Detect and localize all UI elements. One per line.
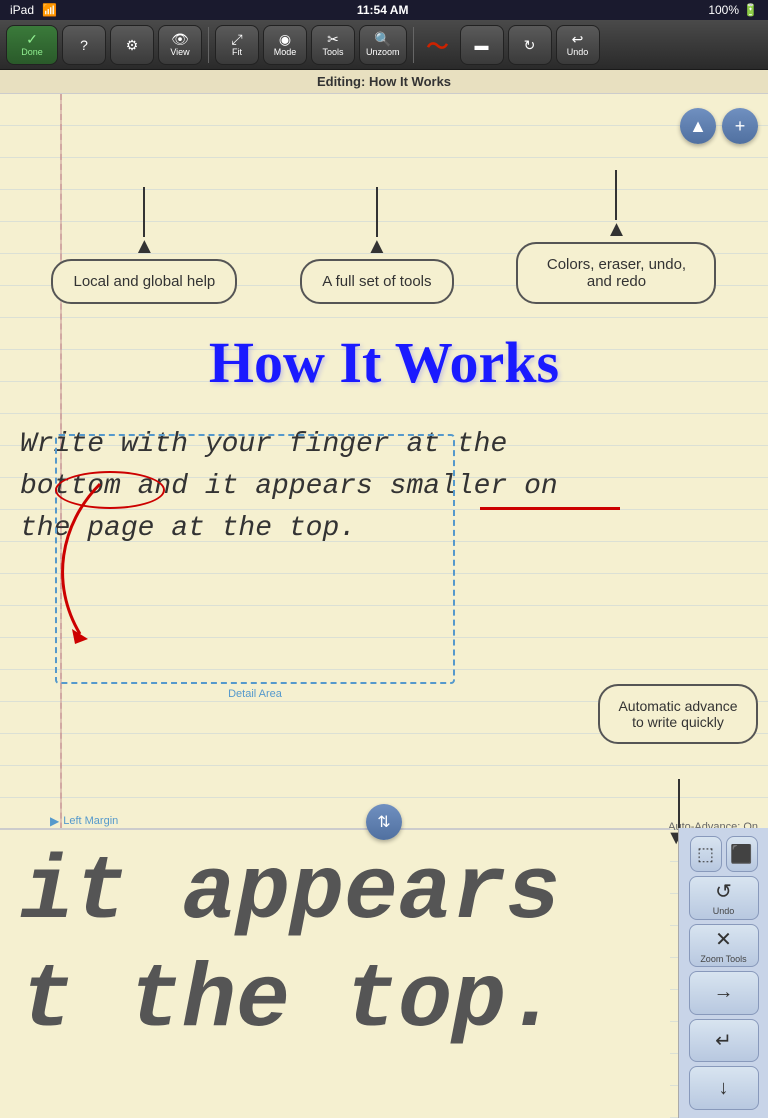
battery-label: 100% bbox=[708, 3, 739, 17]
tools-info-text: A full set of tools bbox=[322, 273, 431, 290]
zoom-tools-label: Zoom Tools bbox=[700, 954, 746, 964]
detail-area-label: Detail Area bbox=[228, 688, 282, 700]
status-bar: iPad 📶 11:54 AM 100% 🔋 bbox=[0, 0, 768, 20]
enter-button[interactable]: ↵ bbox=[689, 1019, 759, 1063]
advance-button[interactable]: → bbox=[689, 971, 759, 1015]
question-icon: ? bbox=[80, 38, 88, 52]
tilde-icon: 〜 bbox=[427, 29, 449, 61]
tools-info-box: A full set of tools bbox=[300, 259, 453, 304]
dashed-grid-icon: ⬛ bbox=[730, 844, 752, 865]
arrow-shaft-3 bbox=[615, 170, 617, 220]
auto-advance-text: Automatic advance to write quickly bbox=[618, 698, 737, 730]
colors-info-container: ▲ Colors, eraser, undo, and redo bbox=[516, 170, 716, 304]
colors-info-box: Colors, eraser, undo, and redo bbox=[516, 242, 716, 304]
tools-info-container: ▲ A full set of tools bbox=[300, 187, 453, 304]
help-info-container: ▲ Local and global help bbox=[51, 187, 237, 304]
scroll-arrows-icon: ⇅ bbox=[377, 812, 390, 832]
fit-icon: ⤢ bbox=[231, 32, 242, 46]
scroll-button[interactable]: ⇅ bbox=[366, 804, 402, 840]
right-panel: ⬚ ⬛ ↺ Undo ✕ Zoom Tools → ↵ ↓ bbox=[678, 828, 768, 1118]
right-undo-icon: ↺ bbox=[715, 879, 732, 904]
left-margin-triangle: ▶ bbox=[50, 814, 59, 828]
editing-title-text: Editing: How It Works bbox=[317, 74, 451, 89]
settings-button[interactable]: ⚙ bbox=[110, 25, 154, 65]
big-handwriting: it appears t the top. bbox=[0, 830, 670, 1066]
right-undo-label: Undo bbox=[713, 906, 735, 916]
view-button[interactable]: 👁 View bbox=[158, 25, 202, 65]
status-time: 11:54 AM bbox=[357, 3, 409, 17]
help-button[interactable]: ? bbox=[62, 25, 106, 65]
help-info-text: Local and global help bbox=[73, 273, 215, 290]
separator-1 bbox=[208, 27, 209, 63]
arrow-shaft-2 bbox=[376, 187, 378, 237]
unzoom-label: Unzoom bbox=[366, 47, 400, 57]
mode-icon: ◉ bbox=[279, 32, 291, 46]
down-icon: ↓ bbox=[719, 1077, 729, 1100]
dashed-select-button[interactable]: ⬛ bbox=[726, 836, 758, 872]
grid-icon: ⬚ bbox=[697, 844, 714, 865]
tools-icon: ✂ bbox=[327, 32, 339, 46]
auto-advance-bubble: Automatic advance to write quickly bbox=[598, 684, 758, 744]
unzoom-icon: 🔍 bbox=[374, 32, 391, 46]
toolbar: ✓ Done ? ⚙ 👁 View ⤢ Fit ◉ Mode ✂ Tools 🔍… bbox=[0, 20, 768, 70]
grid-select-row: ⬚ ⬛ bbox=[685, 836, 762, 872]
zoom-tools-button[interactable]: ✕ Zoom Tools bbox=[689, 924, 759, 968]
mode-button[interactable]: ◉ Mode bbox=[263, 25, 307, 65]
tilde-button[interactable]: 〜 bbox=[420, 25, 456, 65]
undo-button[interactable]: ↩ Undo bbox=[556, 25, 600, 65]
left-margin-label: ▶ Left Margin bbox=[50, 814, 118, 828]
unzoom-button[interactable]: 🔍 Unzoom bbox=[359, 25, 407, 65]
bottom-writing-area: it appears t the top. bbox=[0, 828, 670, 1118]
erase-icon: ▬ bbox=[475, 38, 489, 52]
battery-icon: 🔋 bbox=[743, 3, 758, 17]
arrow-shaft-1 bbox=[143, 187, 145, 237]
done-button[interactable]: ✓ Done bbox=[6, 25, 58, 65]
arrow-up-1: ▲ bbox=[133, 233, 155, 259]
main-content: ▲ + ▲ Local and global help ▲ A full set… bbox=[0, 94, 768, 1118]
gear-icon: ⚙ bbox=[126, 38, 139, 52]
page-title: How It Works bbox=[0, 329, 768, 396]
wifi-icon: 📶 bbox=[42, 3, 57, 17]
eye-icon: 👁 bbox=[171, 32, 189, 46]
big-line2: t the top. bbox=[20, 951, 560, 1053]
checkmark-icon: ✓ bbox=[26, 32, 38, 46]
zoom-tools-icon: ✕ bbox=[715, 927, 732, 952]
undo-icon: ↩ bbox=[572, 32, 584, 46]
fit-label: Fit bbox=[232, 47, 242, 57]
refresh-button[interactable]: ↻ bbox=[508, 25, 552, 65]
erase-button[interactable]: ▬ bbox=[460, 25, 504, 65]
editing-title-bar: Editing: How It Works bbox=[0, 70, 768, 94]
red-arrow-svg bbox=[30, 464, 130, 664]
down-button[interactable]: ↓ bbox=[689, 1066, 759, 1110]
right-undo-button[interactable]: ↺ Undo bbox=[689, 876, 759, 920]
help-info-box: Local and global help bbox=[51, 259, 237, 304]
enter-icon: ↵ bbox=[715, 1028, 732, 1053]
undo-label: Undo bbox=[567, 47, 589, 57]
status-right: 100% 🔋 bbox=[708, 3, 758, 17]
tools-button[interactable]: ✂ Tools bbox=[311, 25, 355, 65]
device-label: iPad bbox=[10, 3, 34, 17]
arrow-up-3: ▲ bbox=[606, 216, 628, 242]
advance-icon: → bbox=[714, 981, 734, 1004]
tools-label: Tools bbox=[322, 47, 343, 57]
left-margin-text: Left Margin bbox=[63, 815, 118, 827]
top-info-section: ▲ Local and global help ▲ A full set of … bbox=[0, 104, 768, 304]
status-left: iPad 📶 bbox=[10, 3, 57, 17]
grid-select-button[interactable]: ⬚ bbox=[690, 836, 722, 872]
arrow-up-2: ▲ bbox=[366, 233, 388, 259]
refresh-icon: ↻ bbox=[524, 38, 536, 52]
underline-annotation-smaller bbox=[480, 507, 620, 510]
colors-info-text: Colors, eraser, undo, and redo bbox=[547, 256, 686, 290]
big-line1: it appears bbox=[20, 843, 560, 945]
separator-2 bbox=[413, 27, 414, 63]
mode-label: Mode bbox=[274, 47, 297, 57]
view-label: View bbox=[170, 47, 189, 57]
done-label: Done bbox=[21, 47, 43, 57]
fit-button[interactable]: ⤢ Fit bbox=[215, 25, 259, 65]
